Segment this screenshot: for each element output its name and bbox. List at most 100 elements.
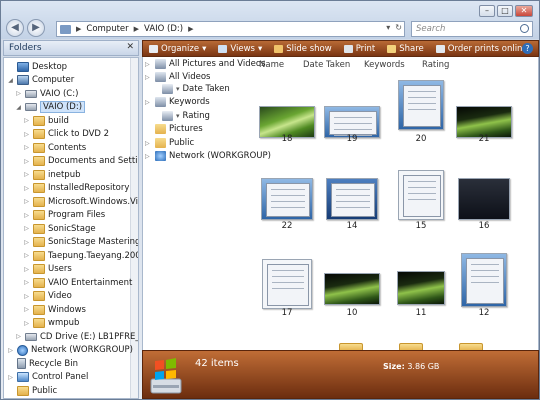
expand-arrow-icon[interactable]: ▷ (23, 185, 30, 192)
thumbnail-image[interactable] (261, 178, 313, 220)
thumbnail-image[interactable] (326, 178, 378, 220)
breadcrumb-separator[interactable]: ▶ (188, 25, 193, 33)
thumbnail-label[interactable]: 19 (324, 134, 380, 144)
folder-tree-item[interactable]: ▷ Users (23, 263, 72, 276)
thumbnail-label[interactable]: 11 (393, 308, 449, 318)
nav-item[interactable]: ▾ Date Taken (152, 84, 230, 94)
breadcrumb-separator[interactable]: ▶ (134, 25, 139, 33)
folder-tree-item[interactable]: ▷ Microsoft.Windows.Vista (23, 195, 138, 208)
folder-tree-item[interactable]: ▷ Video (23, 290, 72, 303)
column-header-keywords[interactable]: Keywords (364, 60, 405, 70)
expand-arrow-icon[interactable]: ▷ (15, 90, 22, 97)
search-icon[interactable] (520, 24, 529, 33)
thumbnail-image[interactable] (398, 80, 444, 130)
expand-arrow-icon[interactable]: ▷ (23, 293, 30, 300)
expand-arrow-icon[interactable]: ▷ (23, 158, 30, 165)
thumbnail-image[interactable] (398, 170, 444, 220)
folder-tree-item[interactable]: ▷ VAIO (C:) (15, 87, 78, 100)
chevron-down-icon[interactable]: ▾ (176, 85, 180, 93)
expand-arrow-icon[interactable]: ▷ (23, 225, 30, 232)
folder-tree-item[interactable]: Desktop (7, 60, 67, 73)
folder-tree-item[interactable]: ▷ Documents and Settings (23, 155, 138, 168)
folder-tree-item[interactable]: ▷ Contents (23, 141, 86, 154)
folder-tree-item[interactable]: ▷ Network (WORKGROUP) (7, 344, 133, 357)
nav-item[interactable]: ▷ All Videos (145, 72, 210, 82)
expand-arrow-icon[interactable]: ▷ (23, 279, 30, 286)
folder-tree-item[interactable]: ▷ wmpub (23, 317, 79, 330)
organize-button[interactable]: Organize ▾ (143, 41, 212, 56)
folder-tree-item[interactable]: ▷ build (23, 114, 69, 127)
thumbnail-image[interactable] (461, 253, 507, 307)
expand-arrow-icon[interactable]: ▷ (23, 252, 30, 259)
thumbnail-label[interactable]: 18 (259, 134, 315, 144)
minimize-button[interactable]: – (479, 5, 495, 17)
print-button[interactable]: Print (338, 41, 382, 56)
nav-item[interactable]: ▷ Public (145, 138, 194, 148)
thumbnail-image[interactable] (458, 178, 510, 220)
thumbnail-label[interactable]: 17 (259, 308, 315, 318)
folder-tree-item[interactable]: ▷ Program Files (23, 209, 105, 222)
close-icon[interactable]: ✕ (126, 42, 134, 52)
thumbnail-image[interactable] (397, 271, 445, 305)
thumbnail-label[interactable]: 16 (456, 221, 512, 231)
help-icon[interactable]: ? (522, 43, 533, 54)
folder-tree-item[interactable]: ▷ inetpub (23, 168, 81, 181)
expand-arrow-icon[interactable]: ▷ (23, 131, 30, 138)
expand-arrow-icon[interactable]: ◢ (7, 77, 14, 84)
thumbnail-label[interactable]: 12 (456, 308, 512, 318)
folder-tree-item[interactable]: Recycle Bin (7, 357, 78, 370)
column-header-rating[interactable]: Rating (422, 60, 449, 70)
thumbnail-label[interactable]: 22 (259, 221, 315, 231)
expand-arrow-icon[interactable]: ▷ (23, 171, 30, 178)
expand-arrow-icon[interactable]: ▷ (23, 266, 30, 273)
expand-arrow-icon[interactable]: ▷ (7, 347, 14, 354)
folder-tree-item[interactable]: ▷ CD Drive (E:) LB1PFRE_EN (15, 330, 138, 343)
thumbnail-label[interactable]: 10 (324, 308, 380, 318)
folder-tree-item[interactable]: ▷ InstalledRepository (23, 182, 129, 195)
address-dropdown-icon[interactable]: ▾ (386, 23, 390, 32)
nav-item[interactable]: ▷ All Pictures and Videos (145, 59, 266, 69)
folder-tree-item[interactable]: ▷ VAIO Entertainment (23, 276, 132, 289)
folder-tree-item[interactable]: ▷ Taepung.Taeyang.2005 (23, 249, 138, 262)
share-button[interactable]: Share (381, 41, 430, 56)
refresh-icon[interactable]: ↻ (395, 23, 402, 32)
address-bar[interactable]: ▶ Computer ▶ VAIO (D:) ▶ ▾ ↻ (56, 21, 405, 37)
expand-arrow-icon[interactable]: ▷ (23, 239, 30, 246)
folder-tree-item[interactable]: Public (7, 384, 57, 397)
expand-arrow-icon[interactable]: ▷ (145, 153, 152, 160)
expand-arrow-icon[interactable]: ▷ (7, 374, 14, 381)
order-prints-button[interactable]: Order prints online (430, 41, 534, 56)
expand-arrow-icon[interactable]: ▷ (23, 198, 30, 205)
nav-item[interactable]: ▷ Network (WORKGROUP) (145, 151, 271, 161)
expand-arrow-icon[interactable]: ▷ (23, 306, 30, 313)
thumbnail-image[interactable] (324, 273, 380, 305)
maximize-button[interactable]: □ (497, 5, 513, 17)
expand-arrow-icon[interactable]: ▷ (23, 212, 30, 219)
folder-tree-item[interactable]: ▷ Control Panel (7, 371, 88, 384)
expand-arrow-icon[interactable]: ◢ (15, 104, 22, 111)
expand-arrow-icon[interactable]: ▷ (15, 333, 22, 340)
folder-tree-item[interactable]: ▷ Click to DVD 2 (23, 128, 109, 141)
folder-tree-item[interactable]: ▷ SonicStage (23, 222, 96, 235)
expand-arrow-icon[interactable]: ▷ (145, 99, 152, 106)
breadcrumb-computer[interactable]: Computer (86, 24, 128, 34)
views-button[interactable]: Views ▾ (212, 41, 268, 56)
expand-arrow-icon[interactable]: ▷ (23, 117, 30, 124)
search-input[interactable]: Search (411, 21, 533, 37)
expand-arrow-icon[interactable]: ▷ (145, 140, 152, 147)
nav-item[interactable]: ▷ Keywords (145, 97, 210, 107)
expand-arrow-icon[interactable]: ▷ (23, 144, 30, 151)
thumbnail-label[interactable]: 21 (456, 134, 512, 144)
folders-pane-header[interactable]: Folders ✕ (3, 40, 139, 56)
thumbnail-image[interactable] (262, 259, 312, 309)
folder-tree-item[interactable]: ◢ VAIO (D:) (15, 101, 86, 114)
expand-arrow-icon[interactable]: ▷ (145, 61, 152, 68)
nav-item[interactable]: Pictures (145, 124, 203, 134)
forward-button[interactable]: ▶ (27, 19, 45, 37)
close-button[interactable]: ✕ (515, 5, 533, 17)
back-button[interactable]: ◀ (6, 19, 24, 37)
breadcrumb-drive[interactable]: VAIO (D:) (144, 24, 183, 34)
chevron-down-icon[interactable]: ▾ (176, 112, 180, 120)
thumbnail-label[interactable]: 14 (324, 221, 380, 231)
expand-arrow-icon[interactable]: ▷ (23, 320, 30, 327)
